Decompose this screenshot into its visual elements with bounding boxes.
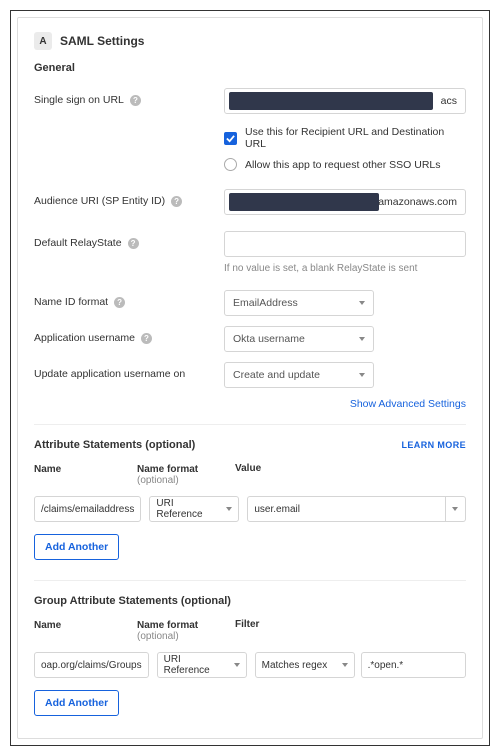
learn-more-link[interactable]: LEARN MORE [402, 440, 467, 450]
col-format-sub: (optional) [137, 631, 227, 642]
help-icon[interactable]: ? [130, 95, 141, 106]
nameid-label: Name ID format ? [34, 290, 224, 308]
label-text: Audience URI (SP Entity ID) [34, 195, 165, 207]
help-icon[interactable]: ? [171, 196, 182, 207]
col-name-label: Name [34, 464, 61, 475]
attr-heading: Attribute Statements (optional) [34, 439, 195, 451]
attr-cols-header: Name Name format (optional) Value [34, 463, 466, 486]
step-badge: A [34, 32, 52, 50]
app-username-label: Application username ? [34, 326, 224, 344]
sso-url-input[interactable]: acs [224, 88, 466, 114]
attr-value-dropdown[interactable] [446, 496, 466, 522]
label-text: Default RelayState [34, 237, 122, 249]
attr-header-row: Attribute Statements (optional) LEARN MO… [34, 439, 466, 451]
use-recipient-label: Use this for Recipient URL and Destinati… [245, 126, 466, 150]
help-icon[interactable]: ? [128, 238, 139, 249]
show-advanced-link[interactable]: Show Advanced Settings [34, 398, 466, 410]
audience-tail: amazonaws.com [378, 196, 457, 208]
label-text: Single sign on URL [34, 94, 124, 106]
redaction-bar [229, 92, 433, 110]
label-text: Name ID format [34, 296, 108, 308]
panel-title: SAML Settings [60, 34, 144, 48]
group-cols-header: Name Name format (optional) Filter [34, 619, 466, 642]
group-filter-value-input[interactable]: .*open.* [361, 652, 466, 678]
attr-value-input[interactable]: user.email [247, 496, 446, 522]
help-icon[interactable]: ? [114, 297, 125, 308]
attr-row: /claims/emailaddress URI Reference user.… [34, 496, 466, 522]
audience-input[interactable]: amazonaws.com [224, 189, 466, 215]
divider [34, 580, 466, 581]
attr-format-select[interactable]: URI Reference [149, 496, 239, 522]
allow-other-radio[interactable] [224, 158, 237, 171]
general-heading: General [34, 62, 466, 74]
nameid-row: Name ID format ? EmailAddress [34, 290, 466, 316]
update-on-row: Update application username on Create an… [34, 362, 466, 388]
group-format-select[interactable]: URI Reference [157, 652, 247, 678]
group-row: oap.org/claims/Groups URI Reference Matc… [34, 652, 466, 678]
nameid-select[interactable]: EmailAddress [224, 290, 374, 316]
update-on-select[interactable]: Create and update [224, 362, 374, 388]
audience-label: Audience URI (SP Entity ID) ? [34, 189, 224, 207]
panel-header: A SAML Settings [34, 32, 466, 50]
use-recipient-row: Use this for Recipient URL and Destinati… [34, 122, 466, 154]
col-format-label: Name format [137, 620, 198, 631]
sso-url-label: Single sign on URL ? [34, 88, 224, 106]
group-heading: Group Attribute Statements (optional) [34, 595, 231, 607]
page-wrapper: A SAML Settings General Single sign on U… [10, 10, 490, 746]
help-icon[interactable]: ? [141, 333, 152, 344]
relaystate-label: Default RelayState ? [34, 231, 224, 249]
relaystate-help: If no value is set, a blank RelayState i… [34, 259, 466, 274]
redaction-bar [229, 193, 379, 211]
relaystate-row: Default RelayState ? [34, 231, 466, 257]
app-username-row: Application username ? Okta username [34, 326, 466, 352]
audience-row: Audience URI (SP Entity ID) ? amazonaws.… [34, 189, 466, 215]
relaystate-input[interactable] [224, 231, 466, 257]
allow-other-label: Allow this app to request other SSO URLs [245, 159, 441, 171]
sso-url-row: Single sign on URL ? acs [34, 88, 466, 114]
group-filter-type-select[interactable]: Matches regex [255, 652, 355, 678]
col-format-sub: (optional) [137, 475, 227, 486]
sso-url-tail: acs [441, 95, 457, 107]
label-text: Update application username on [34, 368, 185, 380]
group-add-another-button[interactable]: Add Another [34, 690, 119, 716]
group-header-row: Group Attribute Statements (optional) [34, 595, 466, 607]
app-username-select[interactable]: Okta username [224, 326, 374, 352]
label-text: Application username [34, 332, 135, 344]
saml-settings-panel: A SAML Settings General Single sign on U… [17, 17, 483, 739]
attr-add-another-button[interactable]: Add Another [34, 534, 119, 560]
col-format-label: Name format [137, 464, 198, 475]
col-name-label: Name [34, 620, 61, 631]
use-recipient-checkbox[interactable] [224, 132, 237, 145]
col-filter-label: Filter [235, 619, 259, 630]
group-name-input[interactable]: oap.org/claims/Groups [34, 652, 149, 678]
col-value-label: Value [235, 463, 261, 474]
attr-name-input[interactable]: /claims/emailaddress [34, 496, 141, 522]
allow-other-row: Allow this app to request other SSO URLs [34, 154, 466, 175]
update-on-label: Update application username on [34, 362, 224, 380]
divider [34, 424, 466, 425]
